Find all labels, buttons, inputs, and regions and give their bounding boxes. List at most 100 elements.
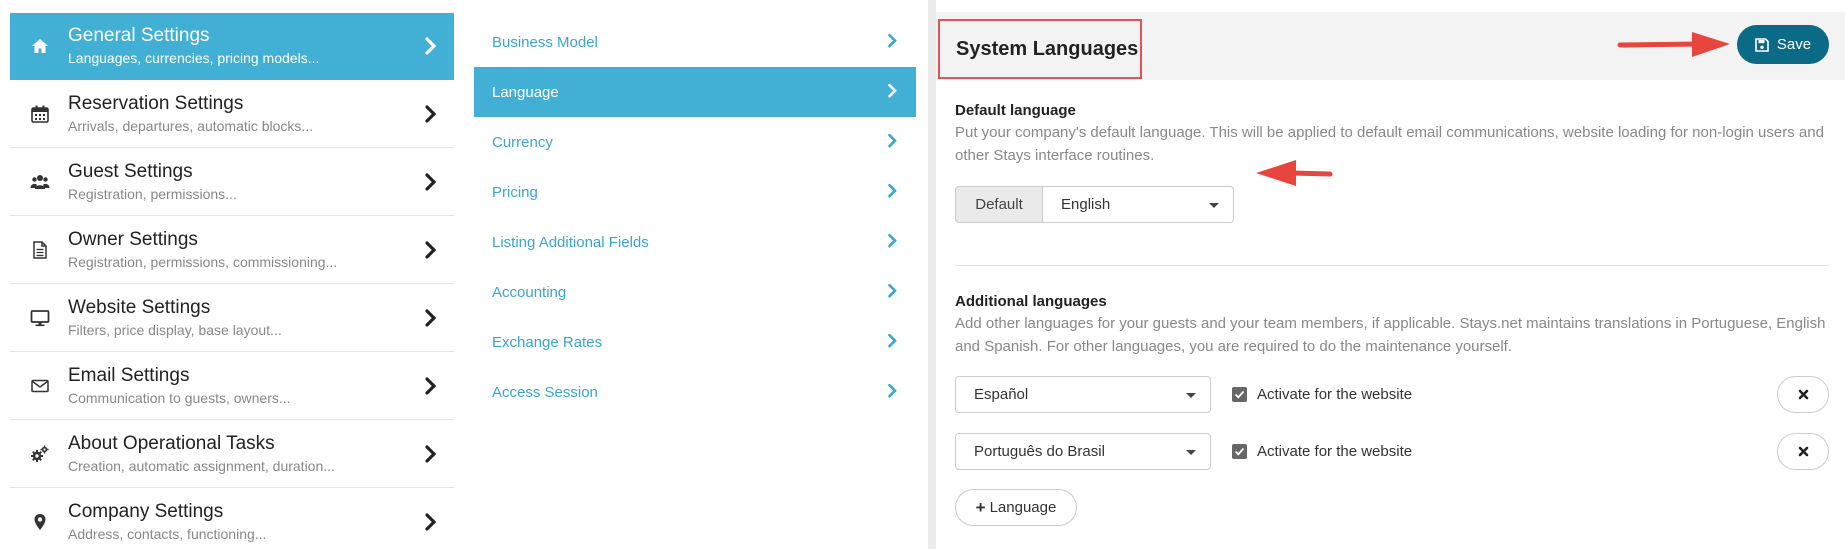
close-icon: [1798, 389, 1808, 400]
monitor-icon: [28, 306, 52, 330]
additional-language-select[interactable]: Português do Brasil: [955, 433, 1211, 470]
add-language-button[interactable]: + Language: [955, 489, 1077, 526]
main-settings-menu: General Settings Languages, currencies, …: [10, 13, 454, 549]
chevron-right-icon: [425, 172, 437, 191]
submenu-accounting[interactable]: Accounting: [474, 267, 916, 317]
default-language-help: Put your company's default language. Thi…: [955, 124, 1824, 164]
chevron-right-icon: [888, 33, 897, 48]
section-divider: [955, 265, 1829, 266]
chevron-right-icon: [888, 133, 897, 148]
chevron-right-icon: [425, 513, 437, 531]
menu-item-general-settings[interactable]: General Settings Languages, currencies, …: [10, 13, 454, 80]
document-icon: [28, 238, 52, 262]
chevron-right-icon: [425, 104, 437, 123]
default-language-group: Default English: [955, 186, 1234, 223]
submenu-label: Accounting: [492, 283, 567, 301]
menu-item-subtitle: Registration, permissions, commissioning…: [68, 253, 338, 270]
menu-item-owner-settings[interactable]: Owner Settings Registration, permissions…: [10, 216, 454, 284]
chevron-right-icon: [425, 308, 437, 327]
submenu-label: Listing Additional Fields: [492, 233, 649, 251]
save-button[interactable]: Save: [1737, 25, 1829, 64]
chevron-right-icon: [425, 444, 437, 463]
submenu-label: Language: [492, 83, 559, 101]
additional-languages-heading: Additional languages: [955, 293, 1107, 310]
submenu-label: Business Model: [492, 33, 598, 51]
general-settings-submenu: Business Model Language Currency Pricing…: [474, 17, 916, 417]
checkbox-checked-icon: [1232, 444, 1247, 459]
menu-item-subtitle: Arrivals, departures, automatic blocks..…: [68, 117, 314, 134]
menu-item-title: Guest Settings: [68, 160, 193, 182]
plus-icon: +: [975, 497, 986, 517]
submenu-language[interactable]: Language: [474, 67, 916, 117]
remove-language-button[interactable]: [1777, 376, 1829, 413]
select-value: English: [1061, 196, 1111, 213]
submenu-label: Exchange Rates: [492, 333, 603, 351]
submenu-currency[interactable]: Currency: [474, 117, 916, 167]
chevron-right-icon: [888, 183, 897, 198]
submenu-label: Pricing: [492, 183, 538, 201]
submenu-access-session[interactable]: Access Session: [474, 367, 916, 417]
menu-item-subtitle: Registration, permissions...: [68, 185, 237, 202]
submenu-label: Access Session: [492, 383, 598, 401]
default-addon-label: Default: [955, 186, 1043, 223]
remove-language-button[interactable]: [1777, 433, 1829, 470]
users-icon: [28, 170, 52, 194]
checkbox-checked-icon: [1232, 387, 1247, 402]
menu-item-guest-settings[interactable]: Guest Settings Registration, permissions…: [10, 148, 454, 216]
menu-item-title: Email Settings: [68, 364, 190, 386]
menu-item-title: Owner Settings: [68, 228, 198, 250]
panel-divider: [928, 0, 936, 549]
chevron-right-icon: [888, 83, 897, 98]
caret-down-icon: [1186, 449, 1196, 455]
checkbox-label: Activate for the website: [1257, 443, 1413, 460]
menu-item-title: General Settings: [68, 25, 210, 46]
select-value: Português do Brasil: [974, 443, 1105, 460]
submenu-exchange-rates[interactable]: Exchange Rates: [474, 317, 916, 367]
activate-website-checkbox[interactable]: Activate for the website: [1232, 376, 1412, 413]
menu-item-title: Company Settings: [68, 501, 224, 522]
panel-header: System Languages Save: [936, 12, 1845, 80]
submenu-label: Currency: [492, 133, 553, 151]
chevron-right-icon: [888, 233, 897, 248]
floppy-disk-icon: [1755, 37, 1769, 52]
chevron-right-icon: [888, 283, 897, 298]
menu-item-subtitle: Filters, price display, base layout...: [68, 321, 282, 338]
caret-down-icon: [1209, 202, 1219, 208]
menu-item-reservation-settings[interactable]: Reservation Settings Arrivals, departure…: [10, 80, 454, 148]
submenu-listing-additional-fields[interactable]: Listing Additional Fields: [474, 217, 916, 267]
default-language-select[interactable]: English: [1043, 186, 1234, 223]
annotation-arrow-save: [1617, 32, 1730, 57]
chevron-right-icon: [888, 383, 897, 398]
menu-item-company-settings[interactable]: Company Settings Address, contacts, func…: [10, 488, 454, 549]
map-pin-icon: [28, 510, 52, 534]
calendar-icon: [28, 102, 52, 126]
home-icon: [28, 34, 52, 58]
select-value: Español: [974, 386, 1029, 403]
menu-item-subtitle: Languages, currencies, pricing models...: [68, 50, 320, 66]
caret-down-icon: [1186, 392, 1196, 398]
annotation-arrow-default-language: [1256, 160, 1333, 186]
checkbox-label: Activate for the website: [1257, 386, 1413, 403]
page-title-text: System Languages: [956, 37, 1139, 60]
chevron-right-icon: [425, 376, 437, 395]
menu-item-subtitle: Creation, automatic assignment, duration…: [68, 457, 335, 474]
save-button-label: Save: [1776, 36, 1812, 53]
menu-item-email-settings[interactable]: Email Settings Communication to guests, …: [10, 352, 454, 420]
menu-item-subtitle: Communication to guests, owners...: [68, 389, 291, 406]
submenu-pricing[interactable]: Pricing: [474, 167, 916, 217]
additional-language-row: Português do Brasil Activate for the web…: [955, 433, 1829, 470]
menu-item-title: Reservation Settings: [68, 92, 244, 114]
menu-item-subtitle: Address, contacts, functioning...: [68, 526, 267, 542]
chevron-right-icon: [425, 240, 437, 259]
submenu-business-model[interactable]: Business Model: [474, 17, 916, 67]
close-icon: [1798, 446, 1808, 457]
chevron-right-icon: [888, 333, 897, 348]
default-language-heading: Default language: [955, 102, 1076, 119]
system-languages-panel: System Languages Save Default language P…: [936, 12, 1845, 549]
activate-website-checkbox[interactable]: Activate for the website: [1232, 433, 1412, 470]
menu-item-operational-tasks[interactable]: About Operational Tasks Creation, automa…: [10, 420, 454, 488]
additional-language-select[interactable]: Español: [955, 376, 1211, 413]
page-title: System Languages: [938, 19, 1142, 79]
menu-item-website-settings[interactable]: Website Settings Filters, price display,…: [10, 284, 454, 352]
menu-item-title: Website Settings: [68, 296, 211, 318]
